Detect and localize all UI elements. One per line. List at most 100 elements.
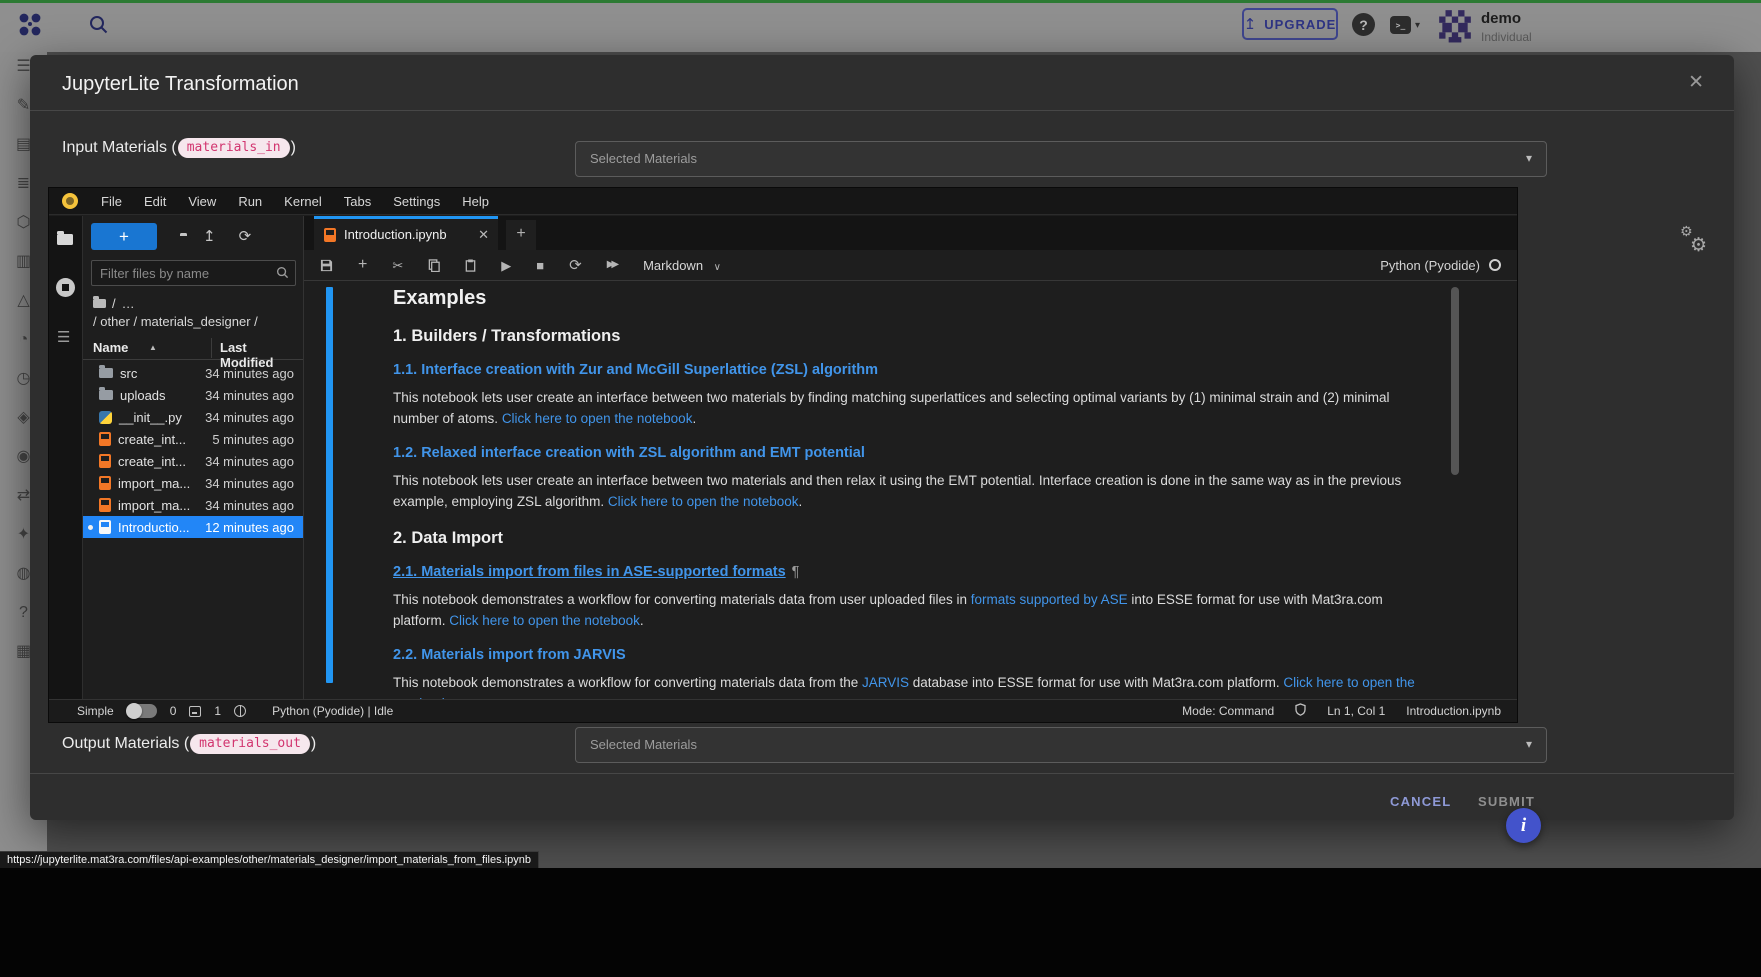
menu-tabs[interactable]: Tabs — [333, 194, 382, 209]
copy-icon[interactable] — [428, 259, 440, 272]
notebook-section-link[interactable]: 2.2. Materials import from JARVIS — [393, 647, 1433, 663]
notebook-link[interactable]: Click here to open the notebook — [608, 494, 799, 509]
table-of-contents-icon[interactable]: ☰ — [57, 328, 70, 346]
breadcrumb[interactable]: / … — [93, 296, 135, 311]
notebook-icon — [99, 454, 111, 468]
simple-mode-toggle[interactable] — [127, 704, 157, 718]
file-row[interactable]: create_int...34 minutes ago — [83, 450, 303, 472]
notebook-toolbar: + ✂ ▶ ■ ⟳ ▶▶ Markdo — [304, 250, 1517, 281]
active-cell-indicator[interactable] — [326, 287, 333, 683]
file-row[interactable]: create_int...5 minutes ago — [83, 428, 303, 450]
file-browser-tab-icon[interactable] — [57, 232, 73, 250]
input-materials-select[interactable]: Selected Materials ▾ — [575, 141, 1547, 177]
notebook-scrollbar[interactable] — [1451, 287, 1459, 475]
menu-file[interactable]: File — [90, 194, 133, 209]
refresh-icon[interactable]: ⟳ — [239, 227, 252, 245]
paragraph-text: This notebook lets user create an interf… — [393, 473, 1401, 509]
menu-help[interactable]: Help — [451, 194, 500, 209]
settings-gears-icon[interactable]: ⚙ ⚙ — [1678, 223, 1722, 263]
materials-in-chip: materials_in — [178, 138, 290, 158]
tab-title: Introduction.ipynb — [344, 227, 447, 242]
menu-edit[interactable]: Edit — [133, 194, 177, 209]
file-row[interactable]: Introductio...12 minutes ago — [83, 516, 303, 538]
cut-icon[interactable]: ✂ — [392, 259, 403, 272]
output-materials-select[interactable]: Selected Materials ▾ — [575, 727, 1547, 763]
close-icon[interactable]: ✕ — [1688, 71, 1704, 94]
help-icon[interactable]: ? — [1352, 13, 1375, 36]
terminal-count: 0 — [170, 704, 177, 718]
crumb-ellipsis[interactable]: … — [122, 296, 135, 311]
save-icon[interactable] — [320, 259, 333, 272]
mat3ra-logo[interactable] — [14, 8, 46, 40]
notebook-section-link[interactable]: 1.2. Relaxed interface creation with ZSL… — [393, 445, 1433, 461]
new-tab-button[interactable]: + — [506, 220, 536, 250]
notebook-link[interactable]: Click here to open the notebook — [449, 613, 640, 628]
restart-kernel-icon[interactable]: ⟳ — [569, 258, 582, 273]
screen: ↥ UPGRADE ? >_ ▾ demo Individual ☰✎▤≣⬡▥△… — [0, 0, 1761, 977]
running-kernel-dot — [88, 525, 93, 530]
file-row[interactable]: __init__.py34 minutes ago — [83, 406, 303, 428]
sort-asc-icon: ▲ — [149, 343, 157, 352]
file-modified: 34 minutes ago — [205, 410, 294, 425]
kernel-count: 1 — [214, 704, 221, 718]
paste-icon[interactable] — [465, 259, 476, 272]
restart-run-all-icon[interactable]: ▶▶ — [607, 260, 616, 270]
cursor-position[interactable]: Ln 1, Col 1 — [1327, 704, 1385, 718]
folder-icon — [99, 368, 113, 378]
notebook-link[interactable]: JARVIS — [862, 675, 909, 690]
menu-settings[interactable]: Settings — [382, 194, 451, 209]
notebook-section-link[interactable]: 2.1. Materials import from files in ASE-… — [393, 564, 1433, 580]
notebook-link[interactable]: formats supported by ASE — [971, 592, 1128, 607]
file-row[interactable]: uploads34 minutes ago — [83, 384, 303, 406]
tab-introduction-ipynb[interactable]: Introduction.ipynb ✕ — [314, 216, 498, 250]
top-accent-line — [0, 0, 1761, 3]
cancel-button[interactable]: CANCEL — [1378, 785, 1463, 818]
file-row[interactable]: import_ma...34 minutes ago — [83, 472, 303, 494]
simple-mode-label: Simple — [77, 704, 114, 718]
terminal-icon[interactable]: >_ — [1390, 16, 1411, 34]
info-fab-button[interactable]: i — [1506, 808, 1541, 843]
run-icon[interactable]: ▶ — [501, 259, 511, 272]
user-name[interactable]: demo — [1481, 10, 1521, 27]
status-right: Mode: Command Ln 1, Col 1 Introduction.i… — [1182, 703, 1501, 719]
tab-close-icon[interactable]: ✕ — [478, 227, 489, 243]
menu-kernel[interactable]: Kernel — [273, 194, 333, 209]
file-row[interactable]: src34 minutes ago — [83, 362, 303, 384]
file-name: create_int... — [118, 454, 186, 469]
kernel-name[interactable]: Python (Pyodide) — [1380, 258, 1480, 273]
upload-icon[interactable]: ↥ — [203, 227, 216, 245]
paragraph-text: database into ESSE format for use with M… — [909, 675, 1283, 690]
kernel-state[interactable]: Python (Pyodide) | Idle — [272, 704, 393, 718]
terminal-caret-icon[interactable]: ▾ — [1415, 20, 1420, 31]
notebook-paragraph: This notebook lets user create an interf… — [393, 470, 1433, 512]
stop-icon[interactable]: ■ — [536, 259, 544, 272]
header-divider — [30, 110, 1734, 111]
anchor-pilcrow: ¶ — [792, 564, 800, 580]
notebook-paragraph: This notebook demonstrates a workflow fo… — [393, 589, 1433, 631]
insert-cell-icon[interactable]: + — [358, 257, 367, 273]
file-list: src34 minutes agouploads34 minutes ago__… — [83, 362, 303, 538]
link-url-tooltip: https://jupyterlite.mat3ra.com/files/api… — [0, 851, 539, 869]
new-launcher-button[interactable]: + — [91, 223, 157, 250]
paren-close: ) — [311, 735, 316, 753]
notebook-link[interactable]: Click here to open the notebook — [502, 411, 693, 426]
file-name: src — [120, 366, 137, 381]
breadcrumb-path[interactable]: / other / materials_designer / — [93, 314, 258, 329]
cell-type-select[interactable]: Markdown ∨ — [643, 258, 721, 273]
column-name[interactable]: Name — [93, 340, 128, 355]
menu-run[interactable]: Run — [227, 194, 273, 209]
menu-view[interactable]: View — [177, 194, 227, 209]
file-row[interactable]: import_ma...34 minutes ago — [83, 494, 303, 516]
jupyterlite-transformation-modal: JupyterLite Transformation ✕ Input Mater… — [30, 55, 1734, 820]
avatar[interactable] — [1436, 7, 1474, 45]
running-kernels-icon[interactable] — [56, 278, 75, 297]
notebook-icon — [99, 476, 111, 490]
notebook-icon — [324, 228, 336, 242]
notebook-paragraph: This notebook lets user create an interf… — [393, 387, 1433, 429]
notebook-heading: Examples — [393, 287, 1433, 310]
notebook-section-link[interactable]: 1.1. Interface creation with Zur and McG… — [393, 362, 1433, 378]
filter-files-input[interactable] — [100, 261, 272, 285]
folder-icon — [99, 390, 113, 400]
search-icon[interactable] — [88, 14, 110, 36]
upgrade-button[interactable]: ↥ UPGRADE — [1242, 8, 1338, 40]
